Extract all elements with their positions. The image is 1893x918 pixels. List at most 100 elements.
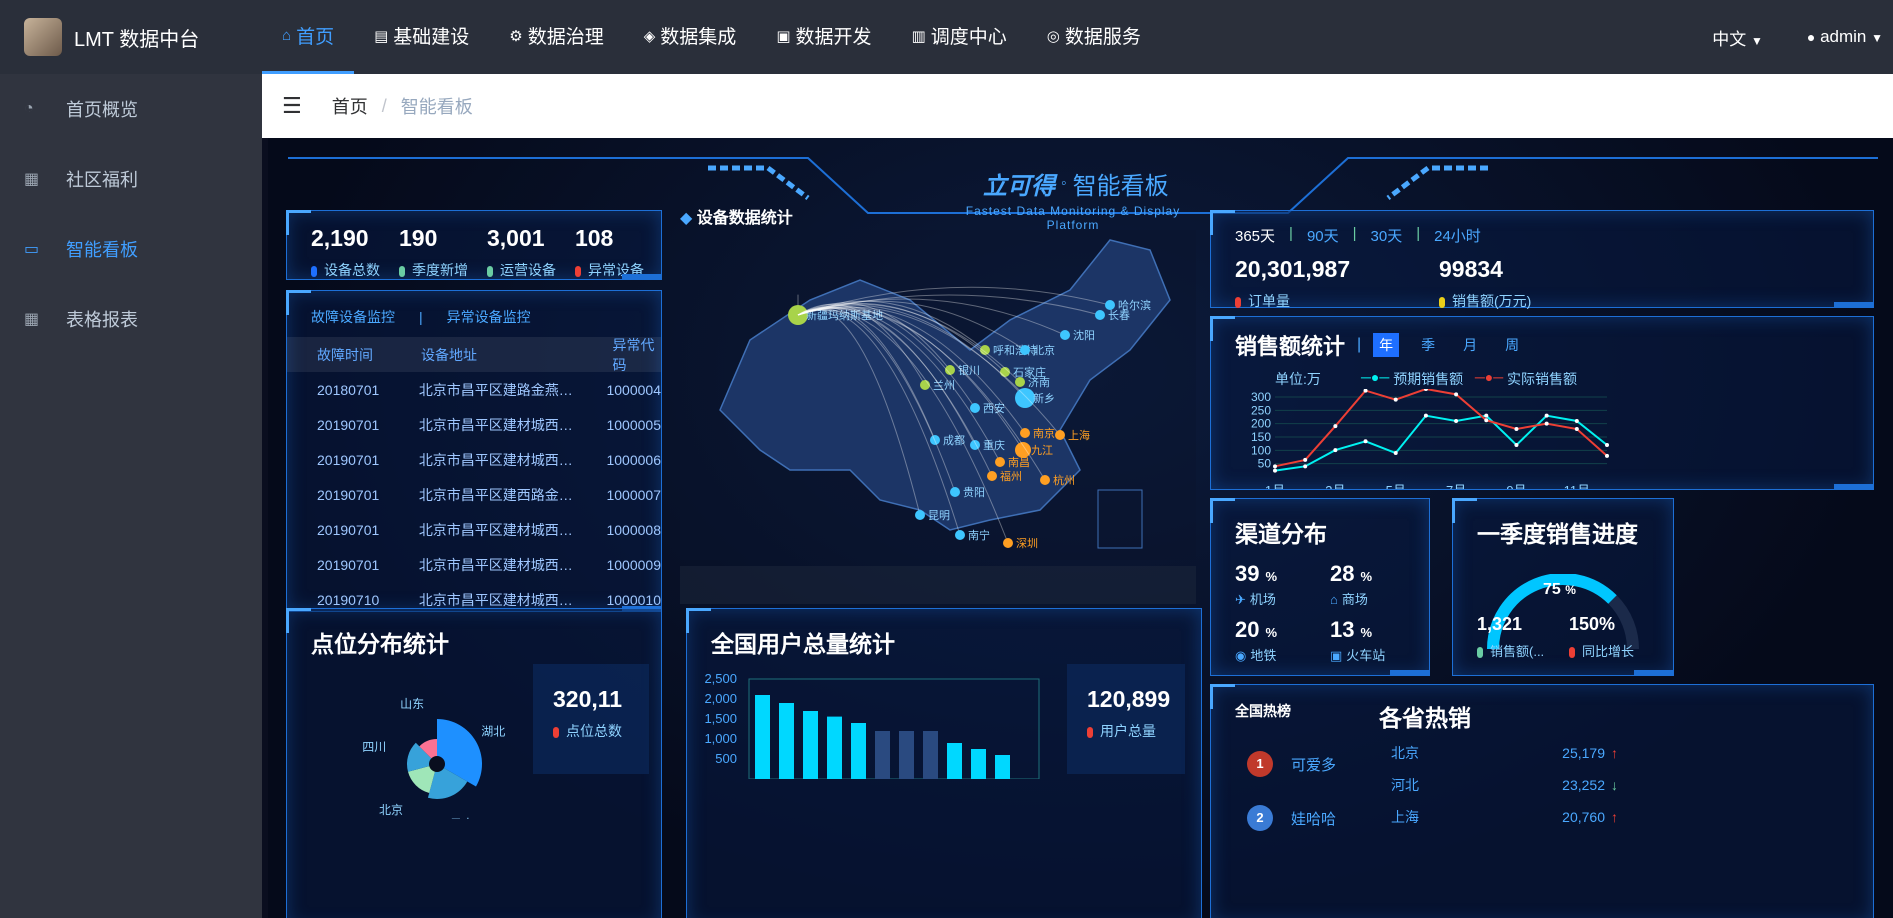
bar[interactable] (923, 731, 938, 779)
bar[interactable] (755, 695, 770, 779)
table-row[interactable]: 20190701 北京市昌平区建材城西… 1000009 (287, 547, 661, 582)
dashboard-title: 智能看板 (1072, 173, 1169, 200)
city-marker[interactable] (1040, 475, 1050, 485)
province-row[interactable]: 北京 25,179 ↑ (1391, 737, 1641, 769)
status-dot-icon (1439, 296, 1445, 308)
city-marker[interactable] (955, 530, 965, 540)
city-label: 福州 (1000, 469, 1022, 483)
city-marker[interactable] (1015, 442, 1031, 458)
city-marker[interactable] (1020, 345, 1030, 355)
city-marker[interactable] (1020, 428, 1030, 438)
quarter-sales-label: 销售额(... (1490, 644, 1545, 659)
nav-clipboard[interactable]: ▥ 调度中心 (892, 0, 1027, 74)
bar[interactable] (779, 703, 794, 779)
column-header: 异常代码 (612, 336, 655, 373)
city-label: 南昌 (1008, 456, 1030, 469)
period-tab[interactable]: 365天 (1235, 225, 1275, 246)
city-label: 南宁 (968, 528, 990, 542)
language-select[interactable]: 中文 ▼ (1712, 25, 1763, 50)
city-marker[interactable] (950, 487, 960, 497)
period-tab[interactable]: 90天 (1307, 225, 1339, 246)
tab-abnormal-monitor[interactable]: 异常设备监控 (447, 307, 531, 327)
table-cell: 北京市昌平区建材城西… (418, 556, 573, 573)
city-marker[interactable] (995, 457, 1005, 467)
train-icon: ▣ (1330, 648, 1343, 663)
city-label: 杭州 (1053, 473, 1075, 487)
city-marker[interactable] (1015, 388, 1035, 408)
province-row[interactable]: 河北 23,252 ↓ (1391, 769, 1641, 801)
sales-period-tab[interactable]: 年 (1373, 333, 1400, 357)
nav-document[interactable]: ▤ 基础建设 (354, 0, 489, 74)
bar[interactable] (947, 743, 962, 779)
user-menu[interactable]: ● admin ▼ (1807, 27, 1883, 47)
nav-label: 基础建设 (393, 27, 470, 48)
green-dot-icon (1477, 647, 1483, 659)
period-tab[interactable]: 24小时 (1434, 225, 1481, 246)
hot-rank-item[interactable]: 2 娃哈哈 (1247, 791, 1336, 845)
table-row[interactable]: 20190701 北京市昌平区建西路金… 1000007 (287, 477, 661, 512)
dashboard-subtitle: Fastest Data Monitoring & Display Platfo… (965, 204, 1181, 232)
nav-monitor[interactable]: ▣ 数据开发 (756, 0, 891, 74)
table-row[interactable]: 20190701 北京市昌平区建材城西… 1000008 (287, 512, 661, 547)
order-metric: 20,301,987 订单量 (1235, 256, 1439, 311)
tab-divider: | (419, 309, 423, 325)
period-tab[interactable]: 30天 (1371, 225, 1403, 246)
dashboard-icon: ◔ (24, 100, 34, 117)
channel-unit: % (1360, 625, 1373, 640)
bar[interactable] (875, 731, 890, 779)
table-row[interactable]: 20180701 北京市昌平区建路金燕… 1000004 (287, 372, 661, 407)
province-row[interactable]: 上海 20,760 ↑ (1391, 801, 1641, 833)
city-marker[interactable] (1055, 430, 1065, 440)
column-header: 设备地址 (421, 346, 478, 363)
tab-fault-monitor[interactable]: 故障设备监控 (311, 307, 395, 327)
bar[interactable] (899, 731, 914, 779)
city-marker[interactable] (970, 403, 980, 413)
sidebar-item-dashboard[interactable]: ◔ 首页概览 (0, 74, 262, 144)
table-cell: 20190710 (317, 591, 380, 608)
city-marker[interactable] (987, 471, 997, 481)
app-logo[interactable]: LMT 数据中台 (0, 18, 262, 56)
nav-shield[interactable]: ◎ 数据服务 (1027, 0, 1161, 74)
hamburger-icon[interactable]: ☰ (282, 93, 302, 119)
bar[interactable] (827, 716, 842, 779)
sidebar-item-building[interactable]: ▦ 社区福利 (0, 144, 262, 214)
sales-period-tab[interactable]: 周 (1499, 333, 1525, 357)
top-navbar: LMT 数据中台 ⌂ 首页 ▤ 基础建设 ⚙ 数据治理 ◈ 数据集成 ▣ 数据开发 ▥ 调度中心 ◎ 数据… (0, 0, 1893, 74)
bar[interactable] (851, 723, 866, 779)
table-cell: 1000008 (606, 521, 661, 538)
breadcrumb-home[interactable]: 首页 (332, 93, 368, 119)
users-bar-chart[interactable]: 2,500 2,000 1,500 1,000 500 (697, 669, 1047, 779)
channel-label: 商场 (1341, 592, 1368, 607)
nav-home[interactable]: ⌂ 首页 (262, 0, 355, 74)
china-device-map[interactable]: 新疆玛纳斯基地哈尔滨长春沈阳呼和浩特北京银川兰州石家庄济南新乡西安上海成都 重庆南… (680, 230, 1196, 560)
points-pie-chart[interactable]: 湖北云南 北京 四川 山东 (327, 669, 547, 819)
bar[interactable] (803, 711, 818, 779)
city-marker[interactable] (1015, 377, 1025, 387)
bar[interactable] (971, 749, 986, 779)
hot-rank-name: 可爱多 (1291, 756, 1337, 774)
sales-period-tab[interactable]: 月 (1457, 333, 1483, 357)
pie-label: 湖北 (481, 724, 505, 739)
users-total-value: 120,899 (1087, 686, 1171, 712)
data-point (1393, 451, 1398, 455)
city-marker[interactable] (1095, 310, 1105, 320)
gear-icon: ⚙ (509, 27, 523, 45)
table-row[interactable]: 20190701 北京市昌平区建材城西… 1000005 (287, 407, 661, 442)
bar[interactable] (995, 755, 1010, 779)
nav-cube[interactable]: ◈ 数据集成 (624, 0, 757, 74)
hot-rank-item[interactable]: 1 可爱多 (1247, 737, 1336, 791)
city-marker[interactable] (980, 345, 990, 355)
sales-period-tab[interactable]: 季 (1415, 333, 1441, 357)
sidebar-item-monitor[interactable]: ▭ 智能看板 (0, 214, 262, 284)
city-marker[interactable] (1003, 538, 1013, 548)
channel-value: 20 (1235, 617, 1260, 642)
sidebar-item-table[interactable]: ▦ 表格报表 (0, 284, 262, 354)
city-marker[interactable] (915, 510, 925, 520)
city-marker[interactable] (1105, 300, 1115, 310)
nav-gear[interactable]: ⚙ 数据治理 (489, 0, 623, 74)
table-row[interactable]: 20190701 北京市昌平区建材城西… 1000006 (287, 442, 661, 477)
city-marker[interactable] (1060, 330, 1070, 340)
sales-line-chart[interactable]: 30025020015010050 1月 3月 5月 7月 9月 11月 (1231, 389, 1631, 489)
status-dot-icon (311, 265, 317, 277)
y-tick-label: 500 (715, 751, 737, 766)
